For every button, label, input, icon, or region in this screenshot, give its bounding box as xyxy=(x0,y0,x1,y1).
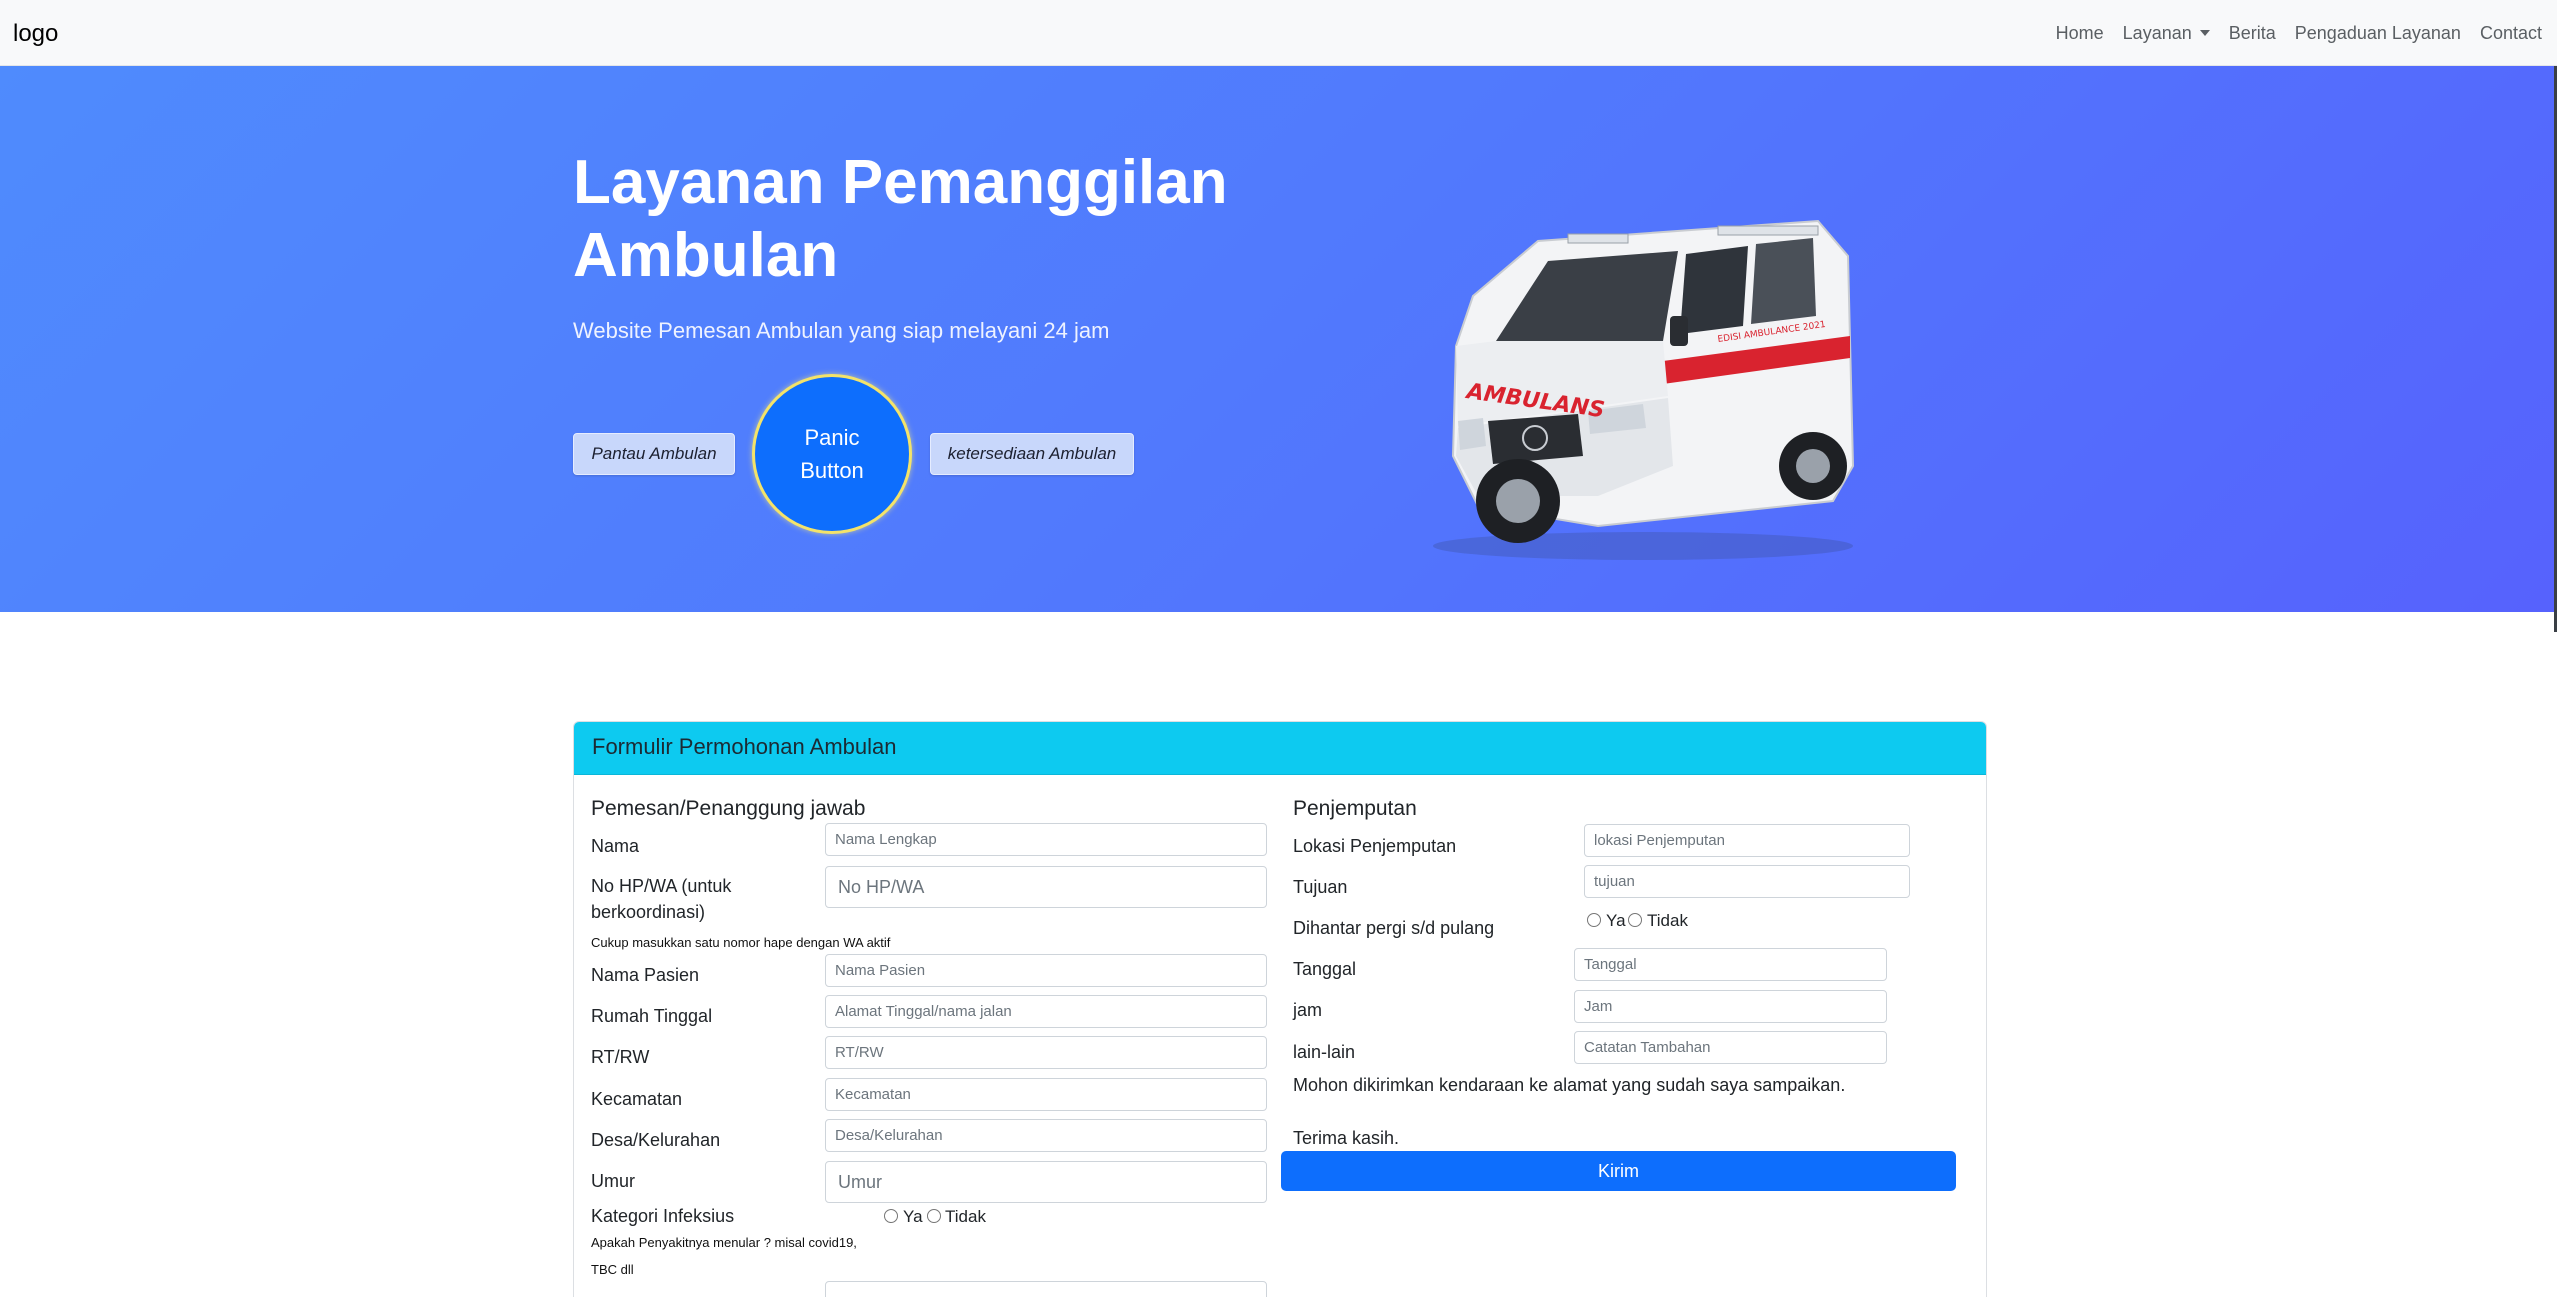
ketersediaan-ambulan-button[interactable]: ketersediaan Ambulan xyxy=(930,433,1134,475)
label-dihantar: Dihantar pergi s/d pulang xyxy=(1293,918,1495,938)
section-pemesan: Pemesan/Penanggung jawab xyxy=(591,797,866,820)
tujuan-input[interactable] xyxy=(1584,865,1910,898)
label-nama-pasien: Nama Pasien xyxy=(591,965,700,985)
rtrw-input[interactable] xyxy=(825,1036,1267,1069)
panic-button-label: Panic Button xyxy=(800,425,864,483)
kirim-button[interactable]: Kirim xyxy=(1281,1151,1956,1191)
hero-title: Layanan Pemanggilan Ambulan xyxy=(573,148,1228,290)
label-kategori-infeksius: Kategori Infeksius xyxy=(591,1206,735,1226)
closing-note: Mohon dikirimkan kendaraan ke alamat yan… xyxy=(1293,1075,1846,1095)
label-lain-lain: lain-lain xyxy=(1293,1042,1356,1062)
label-jam: jam xyxy=(1293,1000,1323,1020)
next-field-partial[interactable] xyxy=(825,1281,1267,1297)
infeksius-ya-label: Ya xyxy=(903,1207,923,1226)
label-hp-line1: No HP/WA (untuk xyxy=(591,876,732,896)
hero-section: Layanan Pemanggilan Ambulan Website Peme… xyxy=(0,66,2554,612)
hp-help-text: Cukup masukkan satu nomor hape dengan WA… xyxy=(591,935,891,950)
label-hp-line2: berkoordinasi) xyxy=(591,902,706,922)
label-tanggal: Tanggal xyxy=(1293,959,1357,979)
nav-contact[interactable]: Contact xyxy=(2480,23,2542,44)
label-rtrw: RT/RW xyxy=(591,1047,650,1067)
infeksius-ya-radio[interactable] xyxy=(884,1209,898,1223)
label-rumah-tinggal: Rumah Tinggal xyxy=(591,1006,713,1026)
nav-layanan-label: Layanan xyxy=(2122,22,2192,43)
nav-links: Home Layanan Berita Pengaduan Layanan Co… xyxy=(2056,0,2557,66)
panic-button[interactable]: Panic Button xyxy=(752,374,912,534)
kecamatan-input[interactable] xyxy=(825,1078,1267,1111)
nav-berita[interactable]: Berita xyxy=(2229,23,2276,44)
infeksius-help-line2: TBC dll xyxy=(591,1262,634,1277)
label-tujuan: Tujuan xyxy=(1293,877,1348,897)
label-desa: Desa/Kelurahan xyxy=(591,1130,721,1150)
navbar: logo Home Layanan Berita Pengaduan Layan… xyxy=(0,0,2557,66)
label-kecamatan: Kecamatan xyxy=(591,1089,683,1109)
label-lokasi: Lokasi Penjemputan xyxy=(1293,836,1457,856)
section-penjemputan: Penjemputan xyxy=(1293,797,1417,820)
jam-input[interactable] xyxy=(1574,990,1887,1023)
nav-pengaduan[interactable]: Pengaduan Layanan xyxy=(2295,23,2461,44)
lokasi-input[interactable] xyxy=(1584,824,1910,857)
label-umur: Umur xyxy=(591,1171,635,1191)
nav-berita-label: Berita xyxy=(2228,22,2276,43)
form-title: Formulir Permohonan Ambulan xyxy=(592,734,897,759)
ambulance-image: AMBULANS EDISI AMBULANCE 2021 xyxy=(1433,219,1855,560)
brand-logo[interactable]: logo xyxy=(13,20,58,48)
nav-layanan-dropdown[interactable]: Layanan xyxy=(2123,23,2210,44)
nav-home[interactable]: Home xyxy=(2056,23,2104,44)
infeksius-tidak-label: Tidak xyxy=(945,1207,986,1226)
catatan-input[interactable] xyxy=(1574,1031,1887,1064)
label-nama: Nama xyxy=(591,836,640,856)
rumah-tinggal-input[interactable] xyxy=(825,995,1267,1028)
nama-input[interactable] xyxy=(825,823,1267,856)
nav-pengaduan-label: Pengaduan Layanan xyxy=(2294,22,2461,43)
infeksius-tidak-radio[interactable] xyxy=(927,1209,941,1223)
dihantar-tidak-radio[interactable] xyxy=(1628,913,1642,927)
infeksius-help-line1: Apakah Penyakitnya menular ? misal covid… xyxy=(591,1235,857,1250)
dihantar-tidak-label: Tidak xyxy=(1647,911,1688,930)
dihantar-ya-radio[interactable] xyxy=(1587,913,1601,927)
nav-contact-label: Contact xyxy=(2479,22,2542,43)
tanggal-input[interactable] xyxy=(1574,948,1887,981)
form-header: Formulir Permohonan Ambulan xyxy=(574,722,1986,775)
desa-input[interactable] xyxy=(825,1119,1267,1152)
pantau-ambulan-button[interactable]: Pantau Ambulan xyxy=(573,433,735,475)
hero-subtitle: Website Pemesan Ambulan yang siap melaya… xyxy=(573,318,1110,343)
nav-home-label: Home xyxy=(2055,22,2104,43)
hp-input[interactable] xyxy=(825,866,1267,908)
dihantar-ya-label: Ya xyxy=(1606,911,1626,930)
nama-pasien-input[interactable] xyxy=(825,954,1267,987)
thanks-text: Terima kasih. xyxy=(1293,1128,1400,1148)
umur-input[interactable] xyxy=(825,1161,1267,1203)
caret-down-icon xyxy=(2199,30,2210,36)
